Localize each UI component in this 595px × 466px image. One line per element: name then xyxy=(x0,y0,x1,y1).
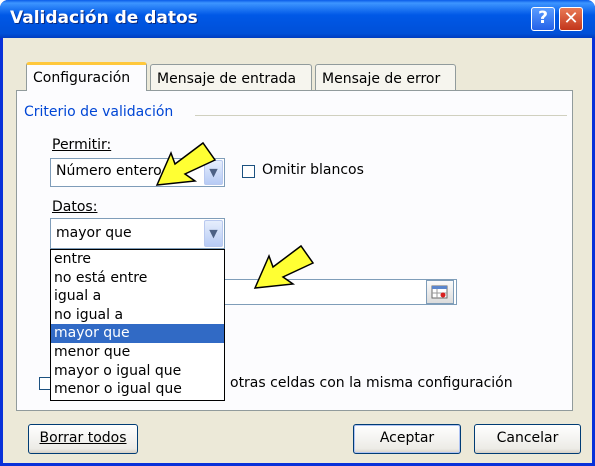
close-icon: ✕ xyxy=(563,8,579,29)
close-button[interactable]: ✕ xyxy=(559,7,583,31)
help-icon: ? xyxy=(538,8,548,28)
dropdown-option[interactable]: menor que xyxy=(51,343,224,362)
group-divider xyxy=(195,115,567,116)
apply-all-label: otras celdas con la misma configuración xyxy=(230,375,513,391)
cancel-button[interactable]: Cancelar xyxy=(474,424,581,454)
chevron-down-icon[interactable]: ▼ xyxy=(204,220,223,247)
tab-mensaje-entrada[interactable]: Mensaje de entrada xyxy=(150,64,312,91)
tab-label: Configuración xyxy=(33,70,131,86)
datos-value: mayor que xyxy=(56,225,132,241)
ok-label: Aceptar xyxy=(379,430,435,446)
datos-select[interactable]: mayor que ▼ xyxy=(50,218,225,249)
permitir-label: Permitir: xyxy=(52,137,112,153)
group-title: Criterio de validación xyxy=(24,104,174,120)
dropdown-option[interactable]: mayor o igual que xyxy=(51,362,224,381)
help-button[interactable]: ? xyxy=(531,7,555,31)
tab-mensaje-error[interactable]: Mensaje de error xyxy=(315,64,456,91)
dropdown-option[interactable]: mayor que xyxy=(51,324,224,343)
cancel-label: Cancelar xyxy=(496,430,559,446)
dropdown-option[interactable]: menor o igual que xyxy=(51,380,224,399)
window-title: Validación de datos xyxy=(10,8,198,28)
dropdown-option[interactable]: entre xyxy=(51,250,224,269)
datos-dropdown-list[interactable]: entre no está entre igual a no igual a mayor… xyxy=(50,249,225,401)
arrow-icon xyxy=(155,141,217,186)
omitir-blancos-checkbox[interactable] xyxy=(242,165,255,178)
clear-all-label: Borrar todos xyxy=(39,430,127,446)
datos-label: Datos: xyxy=(52,199,98,215)
range-picker-icon xyxy=(431,285,448,299)
title-bar[interactable]: Validación de datos ? ✕ xyxy=(0,0,595,38)
arrow-icon xyxy=(253,244,315,289)
dropdown-option[interactable]: no está entre xyxy=(51,269,224,288)
tab-configuracion[interactable]: Configuración xyxy=(26,62,147,91)
tab-label: Mensaje de entrada xyxy=(157,71,297,87)
dropdown-option[interactable]: igual a xyxy=(51,287,224,306)
omitir-blancos-label: Omitir blancos xyxy=(262,162,364,178)
clear-all-button[interactable]: Borrar todos xyxy=(28,424,138,454)
dropdown-option[interactable]: no igual a xyxy=(51,306,224,325)
ok-button[interactable]: Aceptar xyxy=(353,424,461,454)
tab-label: Mensaje de error xyxy=(322,71,441,87)
range-picker-button[interactable] xyxy=(426,280,454,304)
